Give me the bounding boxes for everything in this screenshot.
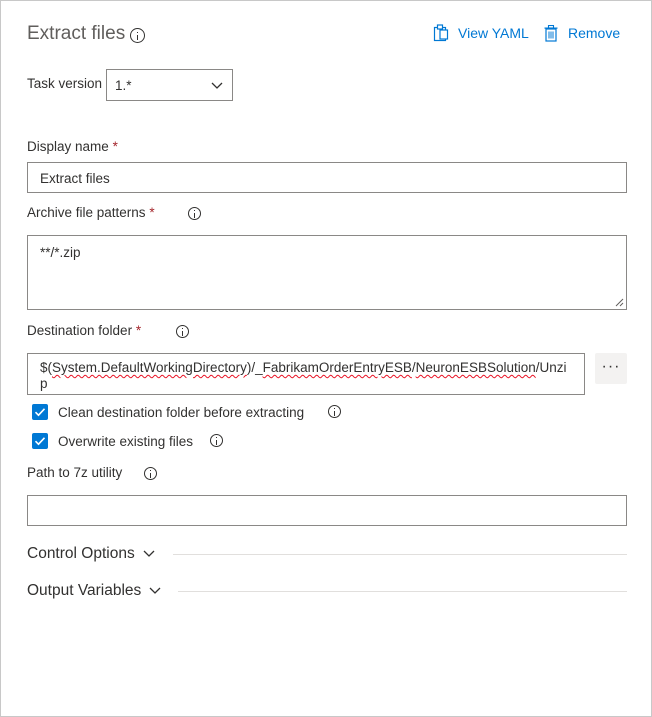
- destination-folder-value-line1: $(System.DefaultWorkingDirectory)/_Fabri…: [40, 360, 567, 375]
- archive-patterns-label: Archive file patterns *: [27, 205, 155, 220]
- info-icon[interactable]: [130, 28, 145, 43]
- required-mark: *: [149, 205, 155, 220]
- chevron-down-icon: [149, 587, 161, 594]
- remove-label: Remove: [568, 25, 621, 41]
- task-version-value: 1.*: [115, 78, 132, 93]
- control-options-toggle[interactable]: Control Options: [27, 545, 155, 563]
- path-separator: )/_: [246, 360, 263, 375]
- destination-folder-label: Destination folder *: [27, 323, 141, 338]
- remove-button[interactable]: Remove: [544, 23, 620, 43]
- page-title: Extract files: [27, 23, 126, 44]
- info-icon[interactable]: [144, 467, 157, 480]
- clean-destination-checkbox[interactable]: [32, 404, 48, 420]
- view-yaml-label: View YAML: [458, 25, 529, 41]
- archive-patterns-value: **/*.zip: [40, 245, 81, 260]
- required-mark: *: [112, 139, 118, 154]
- info-icon[interactable]: [176, 325, 189, 338]
- display-name-label: Display name *: [27, 139, 118, 154]
- browse-button[interactable]: ···: [595, 353, 627, 384]
- trash-icon: [544, 24, 558, 42]
- checkmark-icon: [34, 437, 46, 446]
- required-mark: *: [135, 323, 142, 338]
- checkmark-icon: [34, 408, 46, 417]
- info-icon[interactable]: [188, 207, 201, 220]
- path-tail: /Unzi: [535, 360, 567, 375]
- display-name-field[interactable]: Extract files: [27, 162, 627, 193]
- output-variables-toggle[interactable]: Output Variables: [27, 582, 161, 600]
- output-variables-label: Output Variables: [27, 582, 142, 599]
- view-yaml-button[interactable]: View YAML: [433, 23, 529, 43]
- path-segment: FabrikamOrderEntryESB: [262, 360, 412, 375]
- destination-folder-field[interactable]: $(System.DefaultWorkingDirectory)/_Fabri…: [27, 353, 585, 395]
- path-prefix: $(: [40, 360, 53, 375]
- clean-destination-label: Clean destination folder before extracti…: [58, 405, 305, 420]
- info-icon[interactable]: [328, 405, 341, 418]
- control-options-label: Control Options: [27, 545, 135, 562]
- section-divider: [178, 591, 627, 592]
- destination-folder-label-text: Destination folder: [27, 323, 133, 338]
- archive-patterns-field[interactable]: **/*.zip: [27, 235, 627, 310]
- chevron-down-icon: [211, 82, 223, 89]
- path-7z-field[interactable]: [27, 495, 627, 526]
- clean-destination-option[interactable]: Clean destination folder before extracti…: [32, 404, 352, 422]
- destination-folder-value-line2: p: [40, 376, 48, 391]
- overwrite-files-checkbox[interactable]: [32, 433, 48, 449]
- path-7z-label: Path to 7z utility: [27, 465, 123, 480]
- task-panel: Extract files View YAML Remove Task vers…: [0, 0, 652, 717]
- task-version-dropdown[interactable]: 1.*: [106, 69, 233, 101]
- path-segment: NeuronESBSolution: [415, 360, 536, 375]
- section-divider: [173, 554, 627, 555]
- overwrite-files-label: Overwrite existing files: [58, 434, 194, 449]
- info-icon[interactable]: [210, 434, 223, 447]
- chevron-down-icon: [143, 550, 155, 557]
- archive-patterns-label-text: Archive file patterns: [27, 205, 146, 220]
- task-version-label: Task version: [27, 76, 103, 91]
- resize-handle-icon[interactable]: [615, 298, 624, 307]
- display-name-label-text: Display name: [27, 139, 109, 154]
- overwrite-files-option[interactable]: Overwrite existing files: [32, 433, 212, 451]
- clipboard-icon: [433, 24, 449, 42]
- path-variable: System.DefaultWorkingDirectory: [52, 360, 247, 375]
- display-name-value: Extract files: [40, 171, 110, 186]
